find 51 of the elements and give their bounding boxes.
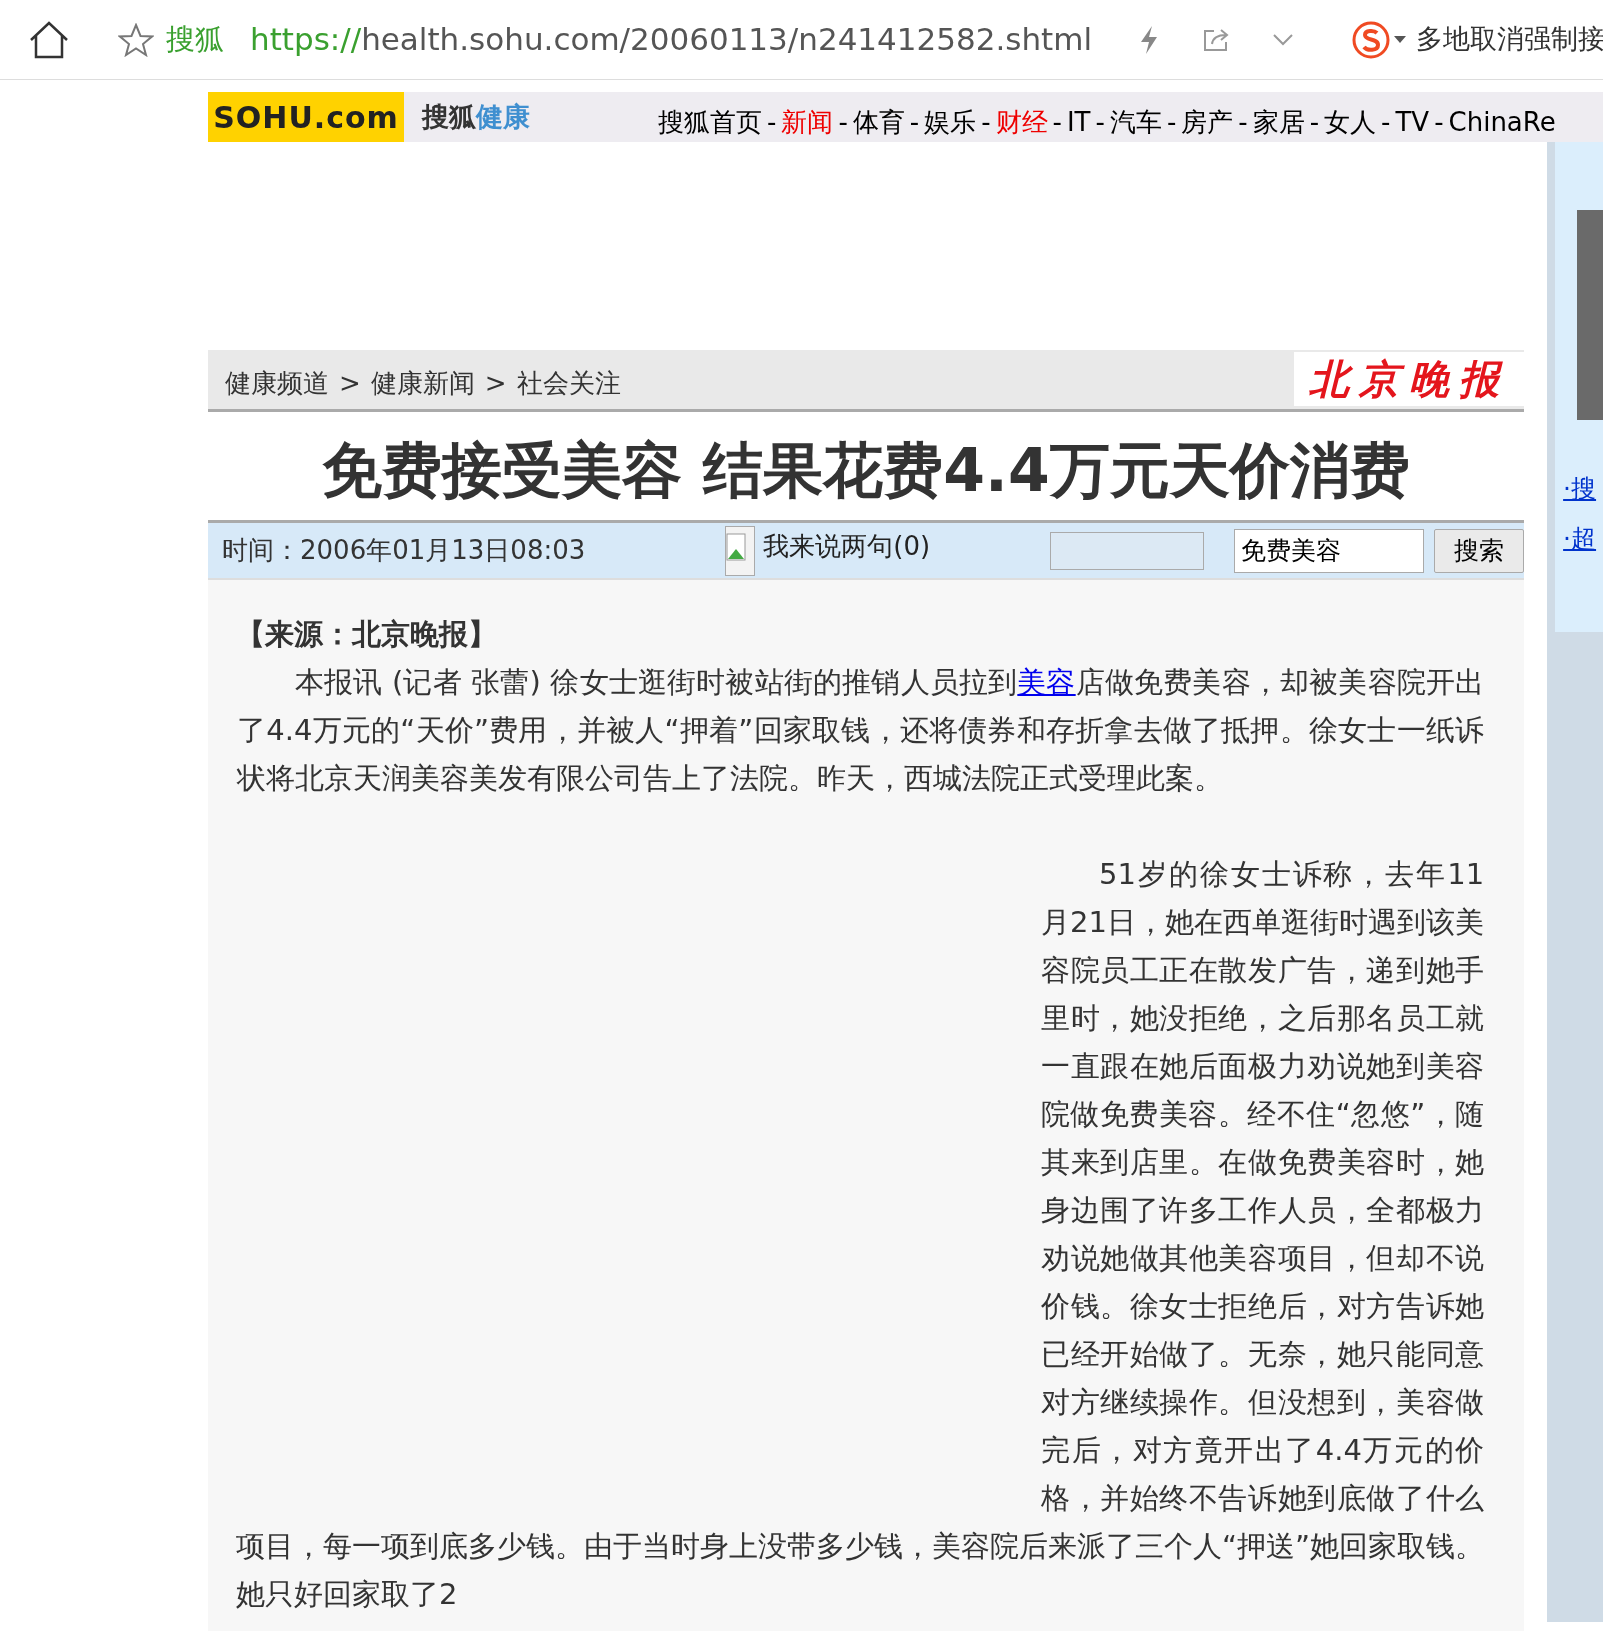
breadcrumb-separator: > [339, 368, 361, 398]
star-icon[interactable] [118, 22, 154, 57]
comment-link[interactable]: 我来说两句(0) [763, 527, 931, 566]
nav-link[interactable]: 汽车 [1109, 102, 1162, 142]
channel-brand: 搜狐 [422, 99, 476, 134]
nav-separator: - [767, 105, 777, 139]
nav-link[interactable]: TV [1395, 102, 1430, 142]
nav-separator: - [1381, 105, 1391, 139]
nav-link[interactable]: 财经 [995, 102, 1048, 142]
nav-separator: - [1166, 105, 1177, 139]
article-source: 【来源：北京晚报】 [236, 616, 498, 653]
caret-icon[interactable] [1394, 35, 1407, 44]
chevron-down-icon[interactable] [1272, 32, 1295, 47]
search-button[interactable]: 搜索 [1434, 528, 1525, 573]
nav-link[interactable]: 女人 [1324, 102, 1377, 142]
home-icon[interactable] [28, 19, 70, 60]
nav-link[interactable]: 新闻 [781, 102, 834, 142]
keyword-link[interactable]: 美容 [1017, 665, 1076, 699]
nav-link[interactable]: 家居 [1252, 102, 1305, 142]
nav-link[interactable]: ChinaRe [1448, 102, 1556, 142]
article-paragraph: 51岁的徐女士诉称，去年11月21日，她在西单逛街时遇到该美容院员工正在散发广告，递到她手里时，她没拒绝，之后那名员工就一直跟在她后面极力劝说她到美容院做免费美容。经不住“忽悠”，随其来到店里。在做免费美容时，她身边围了许多工作人员，全都极力劝说她做其他美容项目，但却不说价钱。徐女士拒绝后，对方告诉她已经开始做了。无奈，她只能同意对方继续操作。但没想到，美容做完后，对方竟开出了4.4万元的价格，并始终不告诉她到底做了什么项目，每一项到底多少钱。由于当时身上没带多少钱，美容院后来派了三个人“押送”她回家取钱。她只好回家取了2 [236, 856, 1485, 1613]
nav-separator: - [1095, 105, 1105, 139]
sohu-logo[interactable]: SOHU.com [208, 92, 404, 142]
nav-link[interactable]: 房产 [1181, 102, 1234, 142]
newspaper-logo: 北京晚报 [1294, 352, 1525, 406]
search-field[interactable]: 免费美容 [1234, 528, 1425, 573]
breadcrumb-link[interactable]: 健康频道 [225, 368, 329, 398]
nav-separator: - [1309, 105, 1320, 139]
breadcrumb-link[interactable]: 健康新闻 [370, 368, 475, 398]
nav-separator: - [1052, 105, 1062, 139]
article-title: 免费接受美容 结果花费4.4万元天价消费 [321, 434, 1411, 507]
nav-separator: - [1434, 105, 1444, 139]
share-icon[interactable] [1202, 26, 1231, 53]
article-paragraph: 本报讯 (记者 张蕾) 徐女士逛街时被站街的推销人员拉到美容店做免费美容，却被美容院开出了4.4万元的“天价”费用，并被人“押着”回家取钱，还将债券和存折拿去做了抵押。徐女士一纸诉状将北京天润美容美发有限公司告上了法院。昨天，西城法院正式受理此案。 [236, 664, 1485, 797]
nav-separator: - [981, 105, 991, 139]
nav-link[interactable]: 搜狐首页 [658, 102, 762, 142]
sidebar-link[interactable]: ·超 [1563, 519, 1603, 557]
address-bar-url[interactable]: https://health.sohu.com/20060113/n241412582.shtml [250, 16, 1093, 63]
nav-separator: - [1238, 105, 1248, 139]
sidebar-link[interactable]: ·搜 [1563, 470, 1603, 508]
nav-link[interactable]: 娱乐 [924, 102, 977, 142]
nav-link[interactable]: 体育 [852, 102, 905, 142]
publish-time: 时间：2006年01月13日08:03 [222, 534, 586, 567]
site-name: 搜狐 [166, 20, 224, 58]
nav-separator: - [909, 105, 920, 139]
s-logo-icon[interactable] [1352, 20, 1391, 59]
breadcrumb-separator: > [484, 368, 507, 398]
breadcrumb-link[interactable]: 社会关注 [516, 368, 621, 398]
nav-link[interactable]: IT [1066, 102, 1091, 142]
channel-name: 健康 [476, 99, 530, 134]
nav-separator: - [838, 105, 848, 139]
